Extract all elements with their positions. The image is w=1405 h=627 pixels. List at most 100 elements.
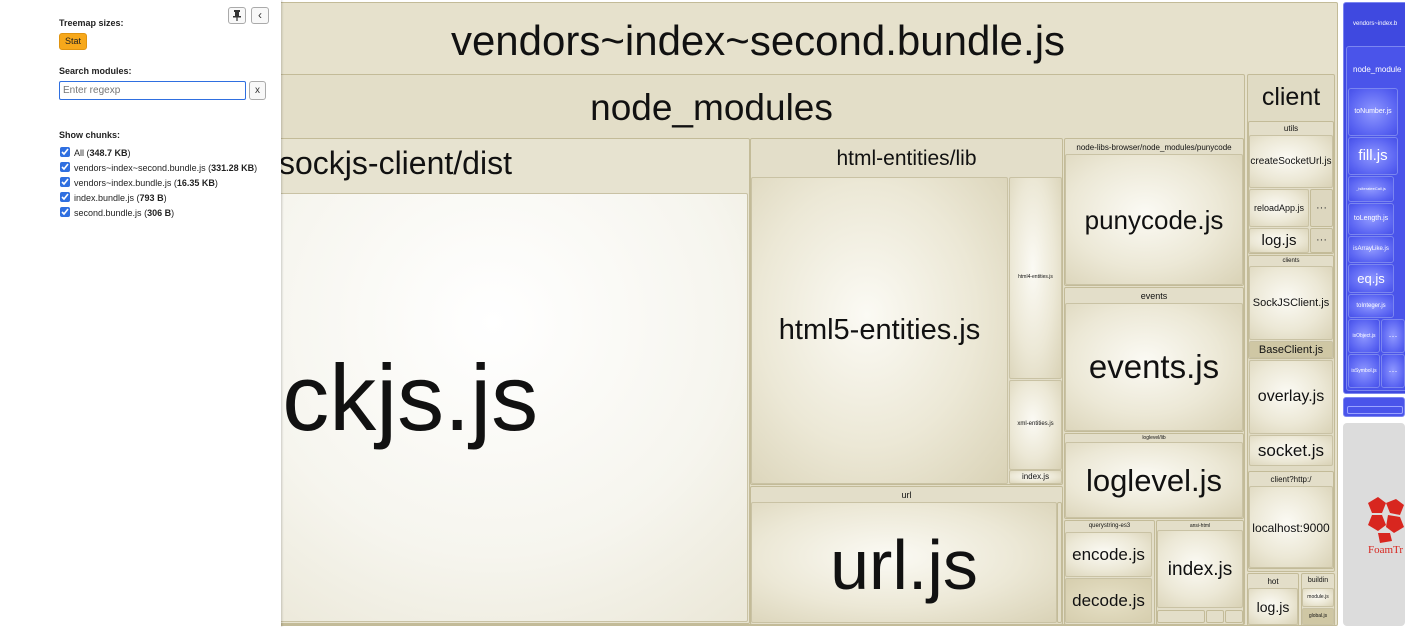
show-chunks-heading: Show chunks: [59, 130, 121, 140]
module-label: BaseClient.js [1258, 344, 1324, 356]
search-modules-heading: Search modules: [59, 66, 132, 76]
module-xml-entities[interactable]: xml-entities.js [1009, 380, 1062, 470]
module-is-symbol[interactable]: isSymbol.js [1348, 354, 1380, 388]
more-modules-button[interactable]: ··· [1310, 228, 1333, 253]
folder-label: clients [1282, 258, 1300, 264]
folder-label: ansi-html [1189, 523, 1211, 529]
module-label: toLength.js [1353, 215, 1389, 222]
module-label: socket.js [1257, 441, 1325, 460]
module-label: encode.js [1072, 545, 1145, 564]
foamtree-logo-text: FoamTr [1368, 544, 1404, 556]
module-loglevel[interactable]: loglevel.js [1065, 442, 1243, 518]
module-label: global.js [1308, 613, 1328, 619]
module-label: SockJSClient.js [1252, 297, 1330, 309]
module-decode[interactable]: decode.js [1065, 578, 1152, 623]
chunk-name: vendors~index~second.bundle.js [74, 163, 206, 173]
more-vendor-modules-button[interactable]: ··· [1381, 354, 1405, 388]
chunk-toggle-vendors-index-second[interactable]: vendors~index~second.bundle.js (331.28 K… [60, 162, 257, 174]
chunk-checkbox[interactable] [60, 207, 70, 217]
chunk-index-bundle[interactable] [1343, 397, 1405, 417]
chunk-checkbox[interactable] [60, 147, 70, 157]
module-is-iteratee-call[interactable]: _isIterateeCall.js [1348, 176, 1394, 202]
module-localhost[interactable]: localhost:9000 [1249, 486, 1333, 568]
module-label: overlay.js [1257, 388, 1325, 405]
more-vendor-modules-button[interactable]: ··· [1381, 319, 1405, 353]
module-to-integer[interactable]: toInteger.js [1348, 294, 1394, 318]
ellipsis-label: ··· [1388, 331, 1398, 341]
module-label: isSymbol.js [1351, 368, 1377, 374]
module-ansi-index[interactable]: index.js [1157, 530, 1243, 608]
module-base-client[interactable]: BaseClient.js [1249, 341, 1333, 358]
chunk-checkbox[interactable] [60, 177, 70, 187]
module-create-socket-url[interactable]: createSocketUrl.js [1249, 135, 1333, 188]
module-html5-entities[interactable]: html5-entities.js [751, 177, 1008, 484]
module-hot-log[interactable]: log.js [1248, 588, 1298, 625]
folder-label: hot [1267, 577, 1279, 586]
module-events[interactable]: events.js [1065, 303, 1243, 431]
folder-label: events [1140, 291, 1168, 301]
module-url[interactable]: url.js [751, 502, 1057, 623]
module-label: createSocketUrl.js [1250, 156, 1332, 167]
module-fill[interactable]: fill.js [1348, 137, 1398, 175]
module-is-array-like[interactable]: isArrayLike.js [1348, 236, 1394, 263]
module-encode[interactable]: encode.js [1065, 532, 1152, 577]
module-small-b[interactable] [1206, 610, 1224, 623]
module-label: toInteger.js [1356, 303, 1386, 309]
foamtree-logo-icon [1366, 497, 1405, 543]
module-socket[interactable]: socket.js [1249, 435, 1333, 466]
module-label: index.js [1021, 472, 1050, 481]
module-punycode[interactable]: punycode.js [1065, 154, 1243, 285]
chunk-toggle-all[interactable]: All (348.7 KB) [60, 147, 131, 159]
module-global-js[interactable]: global.js [1302, 608, 1334, 625]
collapse-sidebar-button[interactable]: ‹ [251, 7, 269, 24]
pin-icon [233, 10, 241, 21]
clear-search-button[interactable]: x [249, 81, 266, 100]
chunk-title: vendors~index.b [1353, 21, 1398, 27]
module-small-c[interactable] [1225, 610, 1243, 623]
module-label: log.js [1261, 232, 1297, 249]
chunk-toggle-vendors-index[interactable]: vendors~index.bundle.js (16.35 KB) [60, 177, 218, 189]
chunk-size: 16.35 KB [176, 178, 215, 188]
module-sockjs-client[interactable]: SockJSClient.js [1249, 266, 1333, 340]
module-label: html4-entities.js [1018, 274, 1053, 280]
chunk-checkbox[interactable] [60, 162, 70, 172]
folder-label: client?http:/ [1270, 475, 1312, 484]
module-html-entities-index[interactable]: index.js [1009, 470, 1062, 484]
more-modules-button[interactable]: ··· [1310, 189, 1333, 227]
module-to-number[interactable]: toNumber.js [1348, 88, 1398, 136]
module-small-a[interactable] [1157, 610, 1205, 623]
module-log[interactable]: log.js [1249, 228, 1309, 253]
module-is-object[interactable]: isObject.js [1348, 319, 1380, 353]
search-input[interactable] [59, 81, 246, 100]
chevron-left-icon: ‹ [258, 8, 262, 22]
module-reload-app[interactable]: reloadApp.js [1249, 189, 1309, 227]
chunk-inner [1347, 406, 1403, 414]
chunk-size: 348.7 KB [89, 148, 128, 158]
folder-label: utils [1283, 124, 1299, 133]
module-overlay[interactable]: overlay.js [1249, 360, 1333, 434]
treemap-sizes-heading: Treemap sizes: [59, 18, 124, 28]
module-module-js[interactable]: module.js [1302, 588, 1334, 607]
chunk-toggle-index[interactable]: index.bundle.js (793 B) [60, 192, 167, 204]
chunk-checkbox[interactable] [60, 192, 70, 202]
module-label: html5-entities.js [778, 314, 981, 346]
module-url-small[interactable] [1057, 502, 1062, 623]
module-to-length[interactable]: toLength.js [1348, 203, 1394, 235]
chunk-name: second.bundle.js [74, 208, 142, 218]
folder-label: sockjs-client/dist [279, 145, 512, 181]
module-label: fill.js [1358, 147, 1388, 164]
folder-label: node-libs-browser/node_modules/punycode [1076, 143, 1232, 152]
folder-label: loglevel/lib [1142, 435, 1166, 441]
module-label: events.js [1088, 348, 1220, 385]
pin-button[interactable] [228, 7, 246, 24]
module-html4-entities[interactable]: html4-entities.js [1009, 177, 1062, 379]
module-label: loglevel.js [1085, 463, 1223, 498]
module-eq[interactable]: eq.js [1348, 264, 1394, 293]
module-label: log.js [1256, 599, 1290, 615]
stat-button[interactable]: Stat [59, 33, 87, 50]
module-label: decode.js [1072, 591, 1145, 610]
module-label: reloadApp.js [1253, 203, 1305, 213]
chunk-toggle-second[interactable]: second.bundle.js (306 B) [60, 207, 174, 219]
module-label: index.js [1167, 559, 1233, 580]
chunk-size: 331.28 KB [211, 163, 255, 173]
